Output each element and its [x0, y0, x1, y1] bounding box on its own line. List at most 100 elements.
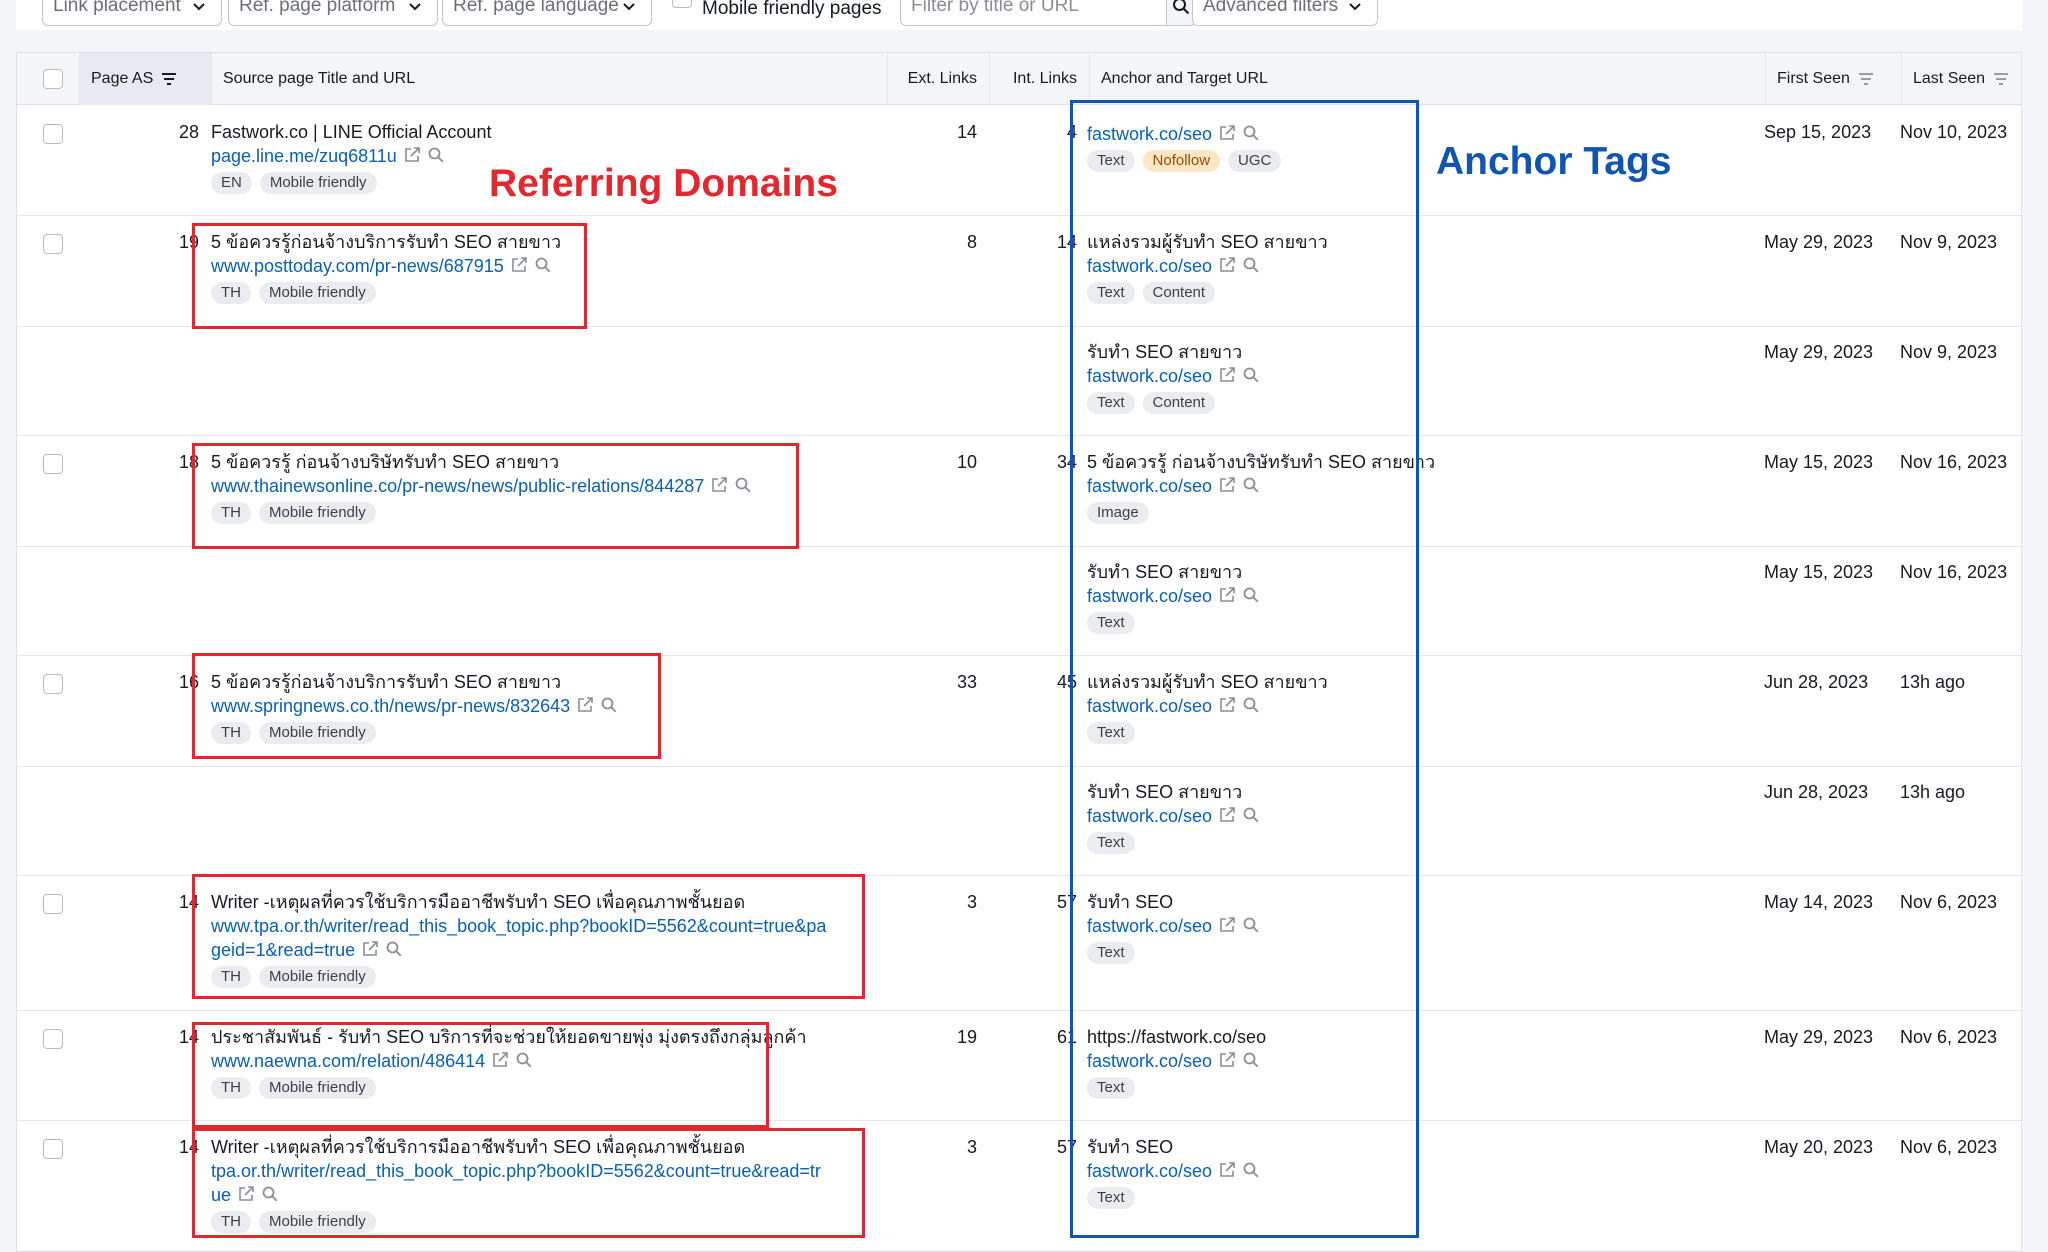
last-seen-value: Nov 10, 2023 — [1900, 122, 2008, 142]
chevron-down-icon — [619, 0, 639, 16]
page-as-value: 18 — [178, 452, 199, 472]
external-link-icon[interactable] — [403, 146, 421, 164]
select-all-checkbox[interactable] — [43, 69, 63, 89]
referring-domain-highlight — [192, 874, 865, 999]
col-first-seen[interactable]: First Seen — [1765, 53, 1901, 105]
chevron-down-icon — [405, 0, 425, 16]
source-tag: EN — [211, 172, 252, 194]
search-input[interactable] — [901, 0, 1166, 25]
page-as-value: 14 — [178, 1137, 199, 1157]
referring-domain-highlight — [192, 443, 799, 549]
last-seen-value: Nov 6, 2023 — [1900, 1137, 1998, 1157]
referring-domain-highlight — [192, 1128, 865, 1238]
first-seen-value: May 29, 2023 — [1764, 342, 1874, 362]
table-row: 28 Fastwork.co | LINE Official Account pag… — [17, 106, 2021, 216]
search-icon — [1173, 0, 1190, 15]
int-links-value: 57 — [1056, 892, 1077, 912]
sort-icon — [1993, 72, 2009, 86]
col-separator — [887, 53, 888, 104]
sort-icon — [1858, 72, 1874, 86]
col-ext-links-label: Ext. Links — [907, 70, 977, 87]
last-seen-value: Nov 16, 2023 — [1900, 562, 2008, 582]
chevron-down-icon — [1345, 0, 1365, 16]
mobile-friendly-checkbox[interactable] — [672, 0, 692, 8]
page-as-value: 14 — [178, 1027, 199, 1047]
row-checkbox[interactable] — [43, 1139, 63, 1159]
col-last-seen-label: Last Seen — [1913, 70, 1986, 87]
col-separator — [79, 53, 80, 104]
page-as-value: 16 — [178, 672, 199, 692]
int-links-value: 45 — [1056, 672, 1077, 692]
page-as-value: 28 — [178, 122, 199, 142]
first-seen-value: May 29, 2023 — [1764, 1027, 1874, 1047]
col-separator — [1089, 53, 1090, 104]
last-seen-value: Nov 9, 2023 — [1900, 342, 1998, 362]
ref-page-language-dropdown[interactable]: Ref. page language — [442, 0, 652, 26]
last-seen-value: 13h ago — [1900, 782, 1966, 802]
anchor-tags-annotation: Anchor Tags — [1436, 140, 1672, 183]
ref-page-platform-label: Ref. page platform — [239, 0, 396, 16]
advanced-filters-label: Advanced filters — [1203, 0, 1339, 16]
ext-links-value: 8 — [966, 232, 977, 252]
ref-page-language-label: Ref. page language — [453, 0, 619, 16]
int-links-value: 34 — [1056, 452, 1077, 472]
url-text[interactable]: page.line.me/zuq6811u — [211, 146, 397, 166]
col-separator — [989, 53, 990, 104]
mobile-friendly-label: Mobile friendly pages — [702, 0, 882, 19]
col-separator — [1901, 53, 1902, 104]
last-seen-value: Nov 9, 2023 — [1900, 232, 1998, 252]
col-int-links: Int. Links — [989, 53, 1089, 105]
ext-links-value: 10 — [956, 452, 977, 472]
row-checkbox[interactable] — [43, 234, 63, 254]
int-links-value: 61 — [1056, 1027, 1077, 1047]
col-ext-links: Ext. Links — [887, 53, 989, 105]
sort-icon — [161, 72, 177, 86]
first-seen-value: May 15, 2023 — [1764, 452, 1874, 472]
col-anchor-label: Anchor and Target URL — [1101, 70, 1268, 87]
ext-links-value: 19 — [956, 1027, 977, 1047]
last-seen-value: Nov 6, 2023 — [1900, 892, 1998, 912]
filter-bar: Link placement Ref. page platform Ref. p… — [16, 0, 2022, 30]
row-checkbox[interactable] — [43, 1029, 63, 1049]
row-checkbox[interactable] — [43, 454, 63, 474]
search-icon[interactable] — [427, 146, 445, 164]
int-links-value: 14 — [1056, 232, 1077, 252]
row-checkbox[interactable] — [43, 894, 63, 914]
last-seen-value: Nov 16, 2023 — [1900, 452, 2008, 472]
title-url-search — [900, 0, 1196, 26]
sub-row-separator — [17, 766, 2021, 767]
first-seen-value: May 29, 2023 — [1764, 232, 1874, 252]
first-seen-value: Jun 28, 2023 — [1764, 782, 1869, 802]
first-seen-value: May 20, 2023 — [1764, 1137, 1874, 1157]
first-seen-value: Sep 15, 2023 — [1764, 122, 1872, 142]
col-page-as-label: Page AS — [91, 70, 154, 87]
last-seen-value: Nov 6, 2023 — [1900, 1027, 1998, 1047]
col-page-as[interactable]: Page AS — [79, 53, 211, 105]
page-as-value: 14 — [178, 892, 199, 912]
row-checkbox[interactable] — [43, 124, 63, 144]
ext-links-value: 3 — [966, 892, 977, 912]
last-seen-value: 13h ago — [1900, 672, 1966, 692]
row-checkbox[interactable] — [43, 674, 63, 694]
chevron-down-icon — [189, 0, 209, 16]
search-button[interactable] — [1166, 0, 1195, 25]
ext-links-value: 3 — [966, 1137, 977, 1157]
ext-links-value: 14 — [956, 122, 977, 142]
referring-domain-highlight — [192, 653, 661, 759]
first-seen-value: May 14, 2023 — [1764, 892, 1874, 912]
ref-page-platform-dropdown[interactable]: Ref. page platform — [228, 0, 438, 26]
referring-domains-annotation: Referring Domains — [489, 162, 838, 205]
table-header: Page AS Source page Title and URL Ext. L… — [17, 53, 2021, 105]
link-placement-dropdown[interactable]: Link placement — [42, 0, 222, 26]
first-seen-value: Jun 28, 2023 — [1764, 672, 1869, 692]
col-separator — [211, 53, 212, 104]
int-links-value: 4 — [1066, 122, 1077, 142]
referring-domain-highlight — [192, 1022, 769, 1128]
referring-domain-highlight — [192, 223, 587, 329]
advanced-filters-dropdown[interactable]: Advanced filters — [1192, 0, 1378, 26]
page-as-value: 19 — [178, 232, 199, 252]
col-int-links-label: Int. Links — [1012, 70, 1077, 87]
source-page-title: Fastwork.co | LINE Official Account — [211, 122, 492, 142]
col-separator — [1765, 53, 1766, 104]
col-last-seen[interactable]: Last Seen — [1901, 53, 2023, 105]
